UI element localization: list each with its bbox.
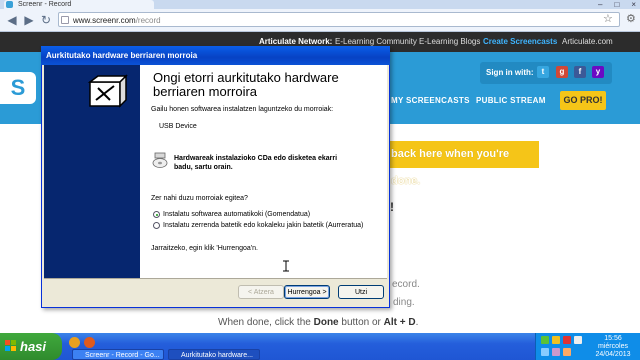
cd-icon: [152, 152, 168, 168]
wizard-question: Zer nahi duzu morroiak egitea?: [151, 195, 248, 202]
option-list-label[interactable]: Instalatu zerrenda batetik edo kokaleku …: [163, 222, 363, 229]
maximize-icon[interactable]: □: [614, 0, 619, 9]
dialog-separator: [44, 278, 387, 279]
task-hardware-wizard[interactable]: Aurkitutako hardware...: [168, 349, 260, 360]
go-pro-button[interactable]: GO PRO!: [560, 91, 606, 110]
nav-my-screencasts[interactable]: MY SCREENCASTS: [391, 92, 470, 110]
browser-tab[interactable]: Screenr - Record: [4, 0, 154, 9]
instr-mid: button or: [338, 317, 384, 328]
text-cursor-icon: [283, 260, 289, 272]
yahoo-icon[interactable]: y: [592, 66, 604, 78]
device-name: USB Device: [159, 123, 197, 130]
quicklaunch-firefox-icon[interactable]: [84, 337, 95, 348]
tray-network-icon[interactable]: [541, 336, 549, 344]
close-icon[interactable]: ×: [631, 0, 636, 9]
cancel-button[interactable]: Utzi: [338, 285, 384, 299]
hardware-wizard-icon: [84, 72, 128, 116]
twitter-icon[interactable]: t: [537, 66, 549, 78]
dialog-title-bar[interactable]: Aurkitutako hardware berriaren morroia: [41, 46, 390, 65]
tray-alert-icon[interactable]: [552, 336, 560, 344]
back-button[interactable]: < Atzera: [238, 285, 284, 299]
cd-instruction-line2: badu, sartu orain.: [174, 164, 233, 171]
wizard-heading: Ongi etorri aurkitutako hardware berriar…: [153, 70, 339, 99]
google-icon[interactable]: g: [556, 66, 568, 78]
done-instruction: When done, click the Done button or Alt …: [218, 317, 418, 328]
reload-icon[interactable]: ↻: [39, 13, 53, 27]
quicklaunch-chrome-icon[interactable]: [69, 337, 80, 348]
back-arrow-icon[interactable]: ◀: [5, 13, 19, 27]
forward-arrow-icon[interactable]: ▶: [22, 13, 36, 27]
task-screenr-browser[interactable]: Screenr - Record - Go...: [72, 349, 164, 360]
link-create-screencasts[interactable]: Create Screencasts: [483, 32, 557, 52]
address-bar[interactable]: www.screenr.com/record: [58, 12, 620, 27]
screenr-logo[interactable]: S: [0, 72, 36, 104]
radio-install-from-list[interactable]: [153, 222, 160, 229]
nav-public-stream[interactable]: PUBLIC STREAM: [476, 92, 546, 110]
window-controls: – □ ×: [598, 0, 636, 9]
link-articulate-com[interactable]: Articulate.com: [562, 32, 613, 52]
facebook-icon[interactable]: f: [574, 66, 586, 78]
option-automatic-label[interactable]: Instalatu softwarea automatikoki (Gomend…: [163, 211, 310, 218]
screenr-favicon-icon: [6, 1, 13, 8]
wrench-icon[interactable]: ⚙: [626, 12, 636, 25]
cd-instruction-line1: Hardwareak instalazioko CDa edo disketea…: [174, 155, 338, 162]
clock-day: miércoles: [598, 343, 628, 350]
url-host: www.screenr.com: [73, 16, 136, 25]
page-exclamation: !: [390, 200, 394, 214]
instr-pre: When done, click the: [218, 317, 314, 328]
page-icon: [61, 16, 69, 24]
signin-label: Sign in with:: [486, 68, 534, 77]
continue-hint: Jarraitzeko, egin klik 'Hurrengoa'n.: [151, 245, 258, 252]
bookmark-star-icon[interactable]: ☆: [603, 12, 613, 25]
tray-security-icon[interactable]: [563, 336, 571, 344]
link-elearning-blogs[interactable]: E-Learning Blogs: [419, 32, 480, 52]
tray-volume-icon[interactable]: [574, 336, 582, 344]
next-button[interactable]: Hurrengoa >: [284, 285, 330, 299]
wizard-intro: Gailu honen softwarea instalatzen lagunt…: [151, 106, 334, 113]
record-text: ecord.: [392, 279, 420, 290]
tray-app-icon[interactable]: [552, 348, 560, 356]
windows-logo-icon: [5, 340, 16, 351]
minimize-icon[interactable]: –: [598, 0, 602, 9]
tray-usb-icon[interactable]: [541, 348, 549, 356]
clock-time[interactable]: 15:56: [588, 335, 638, 343]
instr-done: Done: [313, 317, 339, 328]
instr-post: .: [415, 317, 419, 328]
tray-update-icon[interactable]: [563, 348, 571, 356]
radio-install-automatic[interactable]: [153, 211, 160, 218]
instr-shortcut: Alt + D: [383, 317, 416, 328]
recording-text: ding.: [393, 297, 415, 308]
instruction-banner: back here when you're done.: [387, 141, 539, 187]
url-path: /record: [135, 16, 161, 25]
clock-date: 24/04/2013: [595, 351, 631, 358]
